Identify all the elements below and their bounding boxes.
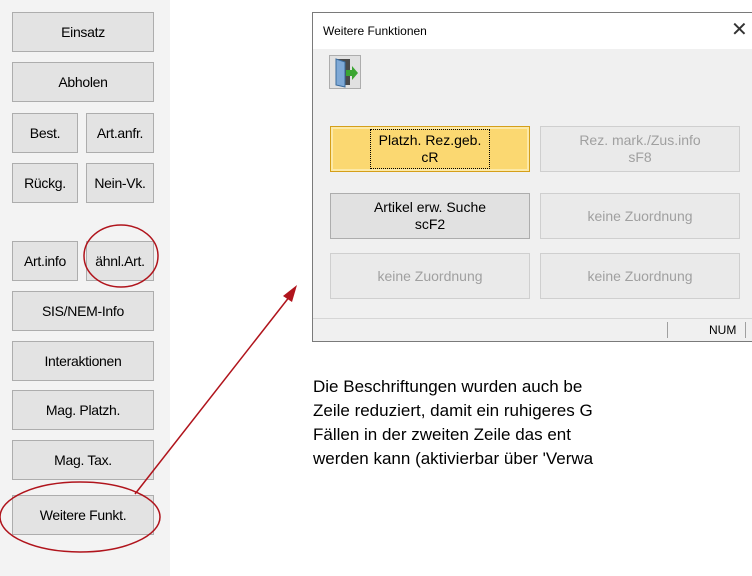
dialog-body: Platzh. Rez.geb. cR Rez. mark./Zus.info … [313,49,752,319]
artinfo-button[interactable]: Art.info [12,241,78,281]
artikel-erw-suche-button[interactable]: Artikel erw. Suche scF2 [330,193,530,239]
focus-ring: Platzh. Rez.geb. cR [369,129,491,169]
dialog-titlebar: Weitere Funktionen ✕ [313,13,752,49]
caption-line: Fällen in der zweiten Zeile das ent [313,425,571,444]
caption-line: werden kann (aktivierbar über 'Verwa [313,449,594,468]
status-divider [667,322,668,338]
caption-line: Die Beschriftungen wurden auch be [313,377,583,396]
function-key-panel: Einsatz Abholen Best. Art.anfr. Rückg. N… [0,0,170,576]
weitere-funktionen-dialog: Weitere Funktionen ✕ Platzh. Rez.geb. cR… [312,12,752,342]
close-icon[interactable]: ✕ [731,17,748,43]
mag-tax-button[interactable]: Mag. Tax. [12,440,154,480]
nein-vk-button[interactable]: Nein-Vk. [86,163,154,203]
button-label: Platzh. Rez.geb. [378,132,482,148]
keine-zuordnung-button[interactable]: keine Zuordnung [540,193,740,239]
caption-line: Zeile reduziert, damit ein ruhigeres G [313,401,593,420]
button-label: Artikel erw. Suche [373,199,487,215]
button-shortcut: sF8 [628,149,652,165]
caption-text: Die Beschriftungen wurden auch be Zeile … [313,375,752,471]
exit-button[interactable] [329,55,361,89]
exit-door-icon [335,58,358,88]
button-label: keine Zuordnung [377,267,483,284]
best-button[interactable]: Best. [12,113,78,153]
button-shortcut: cR [421,149,439,165]
rez-mark-zusinfo-button[interactable]: Rez. mark./Zus.info sF8 [540,126,740,172]
interaktionen-button[interactable]: Interaktionen [12,341,154,381]
button-label: keine Zuordnung [587,267,693,284]
sis-nem-info-button[interactable]: SIS/NEM-Info [12,291,154,331]
status-divider [745,322,746,338]
button-label: keine Zuordnung [587,207,693,224]
abholen-button[interactable]: Abholen [12,62,154,102]
button-shortcut: scF2 [414,216,446,232]
keine-zuordnung-button[interactable]: keine Zuordnung [540,253,740,299]
rueckg-button[interactable]: Rückg. [12,163,78,203]
einsatz-button[interactable]: Einsatz [12,12,154,52]
artanfr-button[interactable]: Art.anfr. [86,113,154,153]
weitere-funkt-button[interactable]: Weitere Funkt. [12,495,154,535]
status-bar: NUM [313,318,752,341]
button-label: Rez. mark./Zus.info [579,132,701,148]
aehnl-art-button[interactable]: ähnl.Art. [86,241,154,281]
dialog-title: Weitere Funktionen [323,24,427,38]
keine-zuordnung-button[interactable]: keine Zuordnung [330,253,530,299]
mag-platzh-button[interactable]: Mag. Platzh. [12,390,154,430]
annotation-arrow-head [283,285,297,302]
platzh-rezgeb-button[interactable]: Platzh. Rez.geb. cR [330,126,530,172]
num-lock-indicator: NUM [709,323,737,337]
